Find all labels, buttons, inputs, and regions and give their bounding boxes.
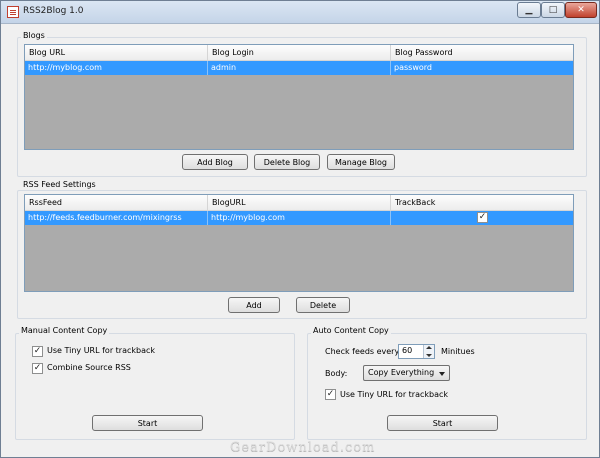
title-bar[interactable]: RSS2Blog 1.0 ▁ □ ✕ [1, 1, 599, 24]
auto-tiny-url-checkbox[interactable]: ✓ [325, 389, 336, 400]
body-label: Body: [325, 369, 348, 378]
blogs-group-label: Blogs [21, 31, 47, 40]
cell-blog-password[interactable]: password [391, 61, 573, 75]
column-header-blogurl[interactable]: BlogURL [208, 195, 391, 210]
minutes-label: Minitues [441, 347, 475, 356]
manual-start-button[interactable]: Start [92, 415, 203, 431]
manual-group-label: Manual Content Copy [19, 326, 110, 335]
auto-group-label: Auto Content Copy [311, 326, 391, 335]
combine-source-rss-label[interactable]: Combine Source RSS [47, 363, 131, 372]
close-button[interactable]: ✕ [565, 2, 597, 18]
check-feeds-value[interactable]: 60 [402, 346, 412, 355]
check-feeds-stepper[interactable]: 60 [398, 344, 435, 359]
rss-grid[interactable]: RssFeed BlogURL TrackBack http://feeds.f… [24, 194, 574, 292]
column-header-rssfeed[interactable]: RssFeed [25, 195, 208, 210]
watermark: GearDownload.com [230, 440, 376, 455]
body-select-value[interactable]: Copy Everything [368, 368, 434, 377]
combine-source-rss-checkbox[interactable]: ✓ [32, 363, 43, 374]
rss-group-label: RSS Feed Settings [21, 180, 98, 189]
cell-rssfeed[interactable]: http://feeds.feedburner.com/mixingrss [25, 211, 208, 225]
delete-blog-button[interactable]: Delete Blog [254, 154, 320, 170]
add-feed-button[interactable]: Add [228, 297, 280, 313]
trackback-checkbox[interactable]: ✓ [477, 212, 488, 223]
table-row[interactable]: http://feeds.feedburner.com/mixingrss ht… [25, 211, 573, 225]
check-feeds-label: Check feeds every: [325, 347, 402, 356]
column-header-trackback[interactable]: TrackBack [391, 195, 573, 210]
column-header-blog-password[interactable]: Blog Password [391, 45, 573, 60]
cell-blog-url[interactable]: http://myblog.com [25, 61, 208, 75]
blogs-grid[interactable]: Blog URL Blog Login Blog Password http:/… [24, 44, 574, 150]
window-title: RSS2Blog 1.0 [23, 6, 84, 16]
stepper-arrows[interactable] [423, 345, 434, 358]
main-window: RSS2Blog 1.0 ▁ □ ✕ Blogs Blog URL Blog L… [0, 0, 600, 458]
auto-tiny-url-label[interactable]: Use Tiny URL for trackback [340, 390, 448, 399]
cell-trackback[interactable]: ✓ [391, 211, 573, 225]
maximize-button[interactable]: □ [541, 2, 565, 18]
auto-start-button[interactable]: Start [387, 415, 498, 431]
body-select[interactable]: Copy Everything [363, 365, 450, 381]
manage-blog-button[interactable]: Manage Blog [327, 154, 395, 170]
cell-blog-login[interactable]: admin [208, 61, 391, 75]
blogs-grid-header: Blog URL Blog Login Blog Password [25, 45, 573, 61]
table-row[interactable]: http://myblog.com admin password [25, 61, 573, 75]
minimize-button[interactable]: ▁ [517, 2, 541, 18]
column-header-blog-login[interactable]: Blog Login [208, 45, 391, 60]
chevron-down-icon[interactable] [439, 372, 445, 376]
column-header-blog-url[interactable]: Blog URL [25, 45, 208, 60]
chevron-down-icon[interactable] [426, 354, 432, 357]
delete-feed-button[interactable]: Delete [296, 297, 350, 313]
chevron-up-icon[interactable] [426, 346, 432, 349]
add-blog-button[interactable]: Add Blog [182, 154, 248, 170]
manual-tiny-url-checkbox[interactable]: ✓ [32, 346, 43, 357]
cell-blogurl[interactable]: http://myblog.com [208, 211, 391, 225]
manual-tiny-url-label[interactable]: Use Tiny URL for trackback [47, 346, 155, 355]
app-icon [7, 6, 19, 18]
rss-grid-header: RssFeed BlogURL TrackBack [25, 195, 573, 211]
